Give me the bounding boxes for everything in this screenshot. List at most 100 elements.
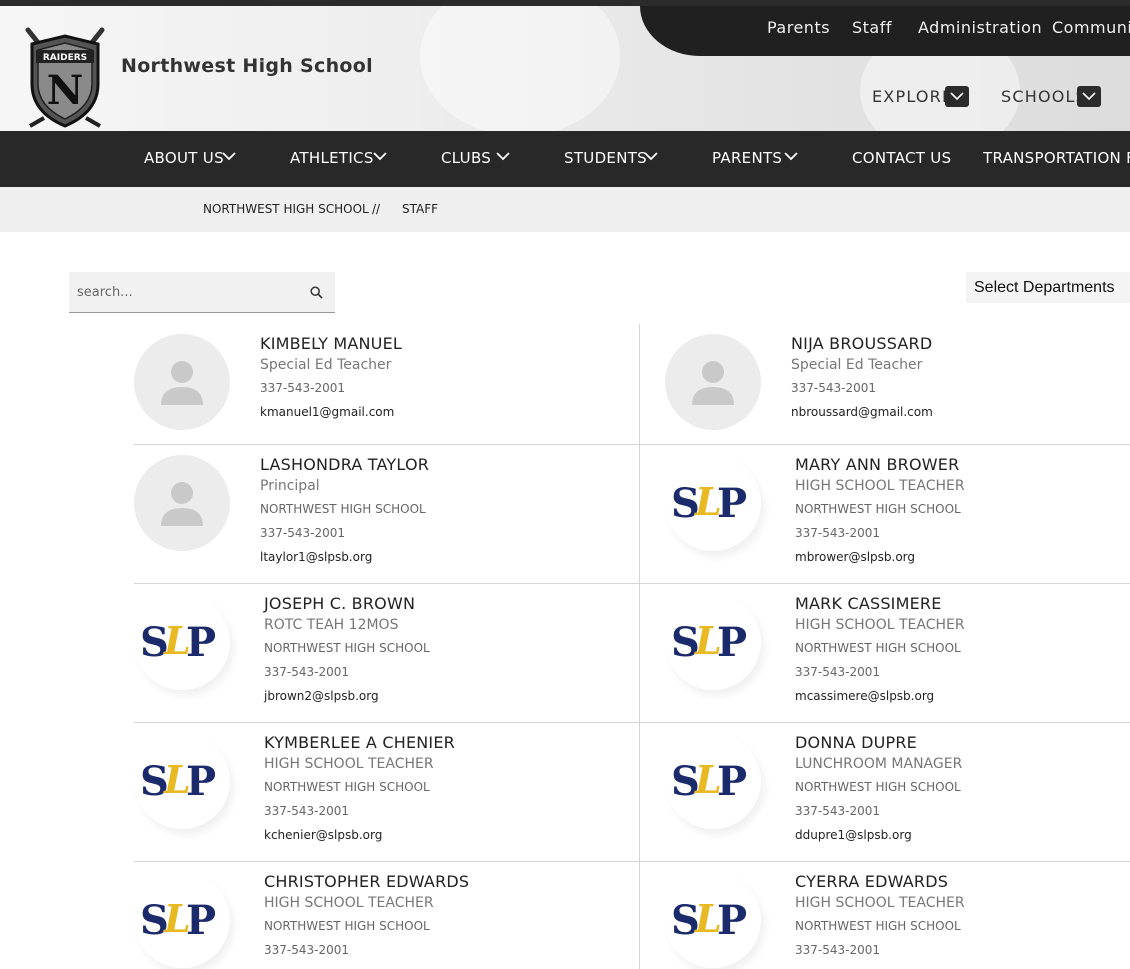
top-links-bar: Parents Staff Administration Community (640, 6, 1130, 56)
staff-phone: 337-543-2001 (795, 943, 881, 957)
svg-text:P: P (186, 897, 216, 944)
logo-text: RAIDERS (43, 53, 87, 63)
row-divider (134, 444, 1130, 445)
chevron-down-icon[interactable] (496, 152, 510, 161)
school-name[interactable]: Northwest High School (121, 55, 373, 77)
svg-text:P: P (717, 897, 747, 944)
breadcrumb: NORTHWEST HIGH SCHOOL // STAFF (0, 187, 1130, 232)
header-photo-bg (420, 6, 620, 131)
staff-email[interactable]: ltaylor1@slpsb.org (260, 545, 429, 569)
slp-logo: SLP (134, 872, 230, 968)
staff-title: Special Ed Teacher (260, 357, 392, 373)
staff-school: NORTHWEST HIGH SCHOOL (264, 641, 430, 655)
breadcrumb-home[interactable]: NORTHWEST HIGH SCHOOL (203, 202, 369, 216)
placeholder-person-icon (134, 334, 230, 430)
placeholder-person-icon (665, 334, 761, 430)
staff-name: NIJA BROUSSARD (791, 334, 933, 353)
staff-phone: 337-543-2001 (795, 665, 881, 679)
staff-email[interactable]: mbrower@slpsb.org (795, 545, 965, 569)
chevron-down-icon[interactable] (784, 152, 798, 161)
department-select[interactable]: Select Departments (966, 272, 1130, 303)
column-divider (639, 324, 640, 969)
staff-directory: KIMBELY MANUEL Special Ed Teacher 337-54… (134, 324, 1130, 969)
top-link-parents[interactable]: Parents (767, 18, 830, 37)
chevron-down-icon[interactable] (373, 152, 387, 161)
slp-logo: SLP (665, 455, 761, 551)
staff-name: LASHONDRA TAYLOR (260, 455, 430, 474)
staff-school: NORTHWEST HIGH SCHOOL (260, 502, 426, 516)
staff-email[interactable]: kmanuel1@gmail.com (260, 400, 402, 424)
staff-phone: 337-543-2001 (260, 381, 346, 395)
staff-email[interactable]: ddupre1@slpsb.org (795, 823, 962, 847)
breadcrumb-separator: // (372, 202, 381, 216)
search-input[interactable] (69, 272, 299, 312)
staff-search (69, 272, 335, 313)
staff-email[interactable]: nbroussard@gmail.com (791, 400, 933, 424)
staff-name: JOSEPH C. BROWN (264, 594, 416, 613)
svg-text:P: P (186, 619, 216, 666)
staff-phone: 337-543-2001 (264, 943, 350, 957)
site-header: RAIDERS N Northwest High School Parents … (0, 6, 1130, 131)
slp-logo: SLP (665, 594, 761, 690)
staff-school: NORTHWEST HIGH SCHOOL (795, 919, 961, 933)
staff-phone: 337-543-2001 (260, 526, 346, 540)
svg-text:P: P (717, 480, 747, 527)
top-link-community[interactable]: Community (1052, 18, 1130, 37)
department-select-value: Select Departments (974, 279, 1115, 296)
nav-about-us[interactable]: ABOUT US (144, 149, 224, 167)
nav-contact-us[interactable]: CONTACT US (852, 149, 951, 167)
staff-title: ROTC TEAH 12MOS (264, 617, 399, 633)
staff-phone: 337-543-2001 (264, 665, 350, 679)
staff-title: HIGH SCHOOL TEACHER (795, 617, 965, 633)
slp-logo: SLP (134, 733, 230, 829)
explore-dropdown-label[interactable]: EXPLORE (872, 87, 953, 106)
search-icon[interactable] (310, 286, 323, 299)
staff-phone: 337-543-2001 (795, 526, 881, 540)
slp-logo: SLP (665, 872, 761, 968)
staff-school: NORTHWEST HIGH SCHOOL (795, 502, 961, 516)
nav-transportation[interactable]: TRANSPORTATION FOR (983, 149, 1130, 167)
nav-students[interactable]: STUDENTS (564, 149, 647, 167)
nav-athletics[interactable]: ATHLETICS (290, 149, 374, 167)
staff-title: LUNCHROOM MANAGER (795, 756, 963, 772)
schools-chevron-icon[interactable] (1077, 86, 1101, 107)
staff-school: NORTHWEST HIGH SCHOOL (264, 780, 430, 794)
staff-title: HIGH SCHOOL TEACHER (264, 756, 434, 772)
top-link-administration[interactable]: Administration (918, 18, 1042, 37)
staff-phone: 337-543-2001 (791, 381, 877, 395)
main-nav: ABOUT US ATHLETICS CLUBS STUDENTS PARENT… (0, 131, 1130, 187)
svg-text:P: P (717, 758, 747, 805)
nav-parents[interactable]: PARENTS (712, 149, 782, 167)
staff-name: CHRISTOPHER EDWARDS (264, 872, 470, 891)
row-divider (134, 861, 1130, 862)
slp-logo: SLP (134, 594, 230, 690)
svg-text:P: P (717, 619, 747, 666)
top-link-staff[interactable]: Staff (852, 18, 892, 37)
school-logo[interactable]: RAIDERS N (22, 26, 108, 128)
staff-name: MARK CASSIMERE (795, 594, 942, 613)
logo-letter: N (47, 67, 84, 114)
staff-title: HIGH SCHOOL TEACHER (264, 895, 434, 911)
staff-school: NORTHWEST HIGH SCHOOL (795, 641, 961, 655)
svg-text:P: P (186, 758, 216, 805)
staff-name: CYERRA EDWARDS (795, 872, 949, 891)
staff-school: NORTHWEST HIGH SCHOOL (795, 780, 961, 794)
nav-clubs[interactable]: CLUBS (441, 149, 491, 167)
row-divider (134, 722, 1130, 723)
explore-chevron-icon[interactable] (945, 86, 969, 107)
chevron-down-icon[interactable] (644, 152, 658, 161)
staff-title: HIGH SCHOOL TEACHER (795, 478, 965, 494)
staff-name: MARY ANN BROWER (795, 455, 960, 474)
staff-name: KYMBERLEE A CHENIER (264, 733, 455, 752)
staff-email[interactable]: mcassimere@slpsb.org (795, 684, 965, 708)
schools-dropdown-label[interactable]: SCHOOLS (1001, 87, 1087, 106)
staff-email[interactable]: jbrown2@slpsb.org (264, 684, 430, 708)
breadcrumb-current: STAFF (402, 202, 439, 216)
chevron-down-icon[interactable] (222, 152, 236, 161)
staff-school: NORTHWEST HIGH SCHOOL (264, 919, 430, 933)
staff-phone: 337-543-2001 (795, 804, 881, 818)
staff-name: DONNA DUPRE (795, 733, 917, 752)
staff-email[interactable]: kchenier@slpsb.org (264, 823, 455, 847)
staff-title: HIGH SCHOOL TEACHER (795, 895, 965, 911)
staff-title: Special Ed Teacher (791, 357, 923, 373)
